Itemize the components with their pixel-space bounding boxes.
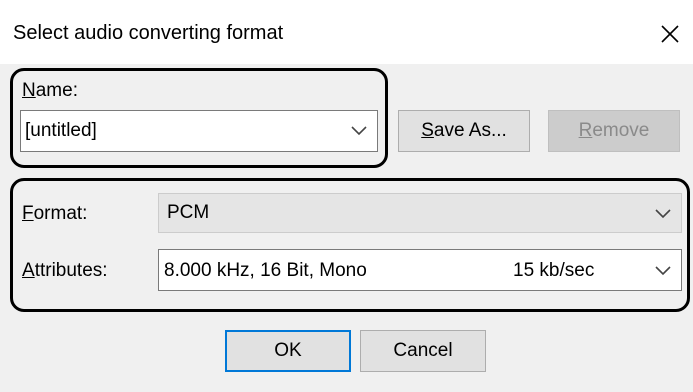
name-combobox-value: [untitled]	[25, 120, 97, 141]
chevron-down-icon	[655, 266, 671, 276]
close-icon	[661, 25, 679, 43]
audio-format-dialog: Select audio converting format Name: [un…	[0, 0, 693, 392]
ok-button[interactable]: OK	[225, 330, 351, 372]
name-label: Name:	[22, 80, 78, 101]
format-combobox-value: PCM	[167, 202, 210, 223]
attributes-bitrate: 15 kb/sec	[513, 260, 595, 281]
chevron-down-icon	[351, 126, 367, 136]
format-combobox[interactable]: PCM	[158, 193, 682, 233]
chevron-down-icon	[655, 209, 671, 219]
attributes-label: Attributes:	[22, 260, 108, 281]
attributes-combobox[interactable]: 8.000 kHz, 16 Bit, Mono 15 kb/sec	[158, 249, 682, 291]
name-combobox[interactable]: [untitled]	[20, 110, 378, 152]
close-button[interactable]	[652, 16, 688, 52]
cancel-button[interactable]: Cancel	[360, 330, 486, 372]
attributes-combobox-value: 8.000 kHz, 16 Bit, Mono	[164, 260, 367, 281]
dialog-title: Select audio converting format	[13, 22, 284, 44]
format-label: Format:	[22, 203, 88, 224]
save-as-button[interactable]: Save As...	[398, 110, 530, 152]
remove-button[interactable]: Remove	[548, 110, 680, 152]
title-bar: Select audio converting format	[0, 0, 693, 64]
